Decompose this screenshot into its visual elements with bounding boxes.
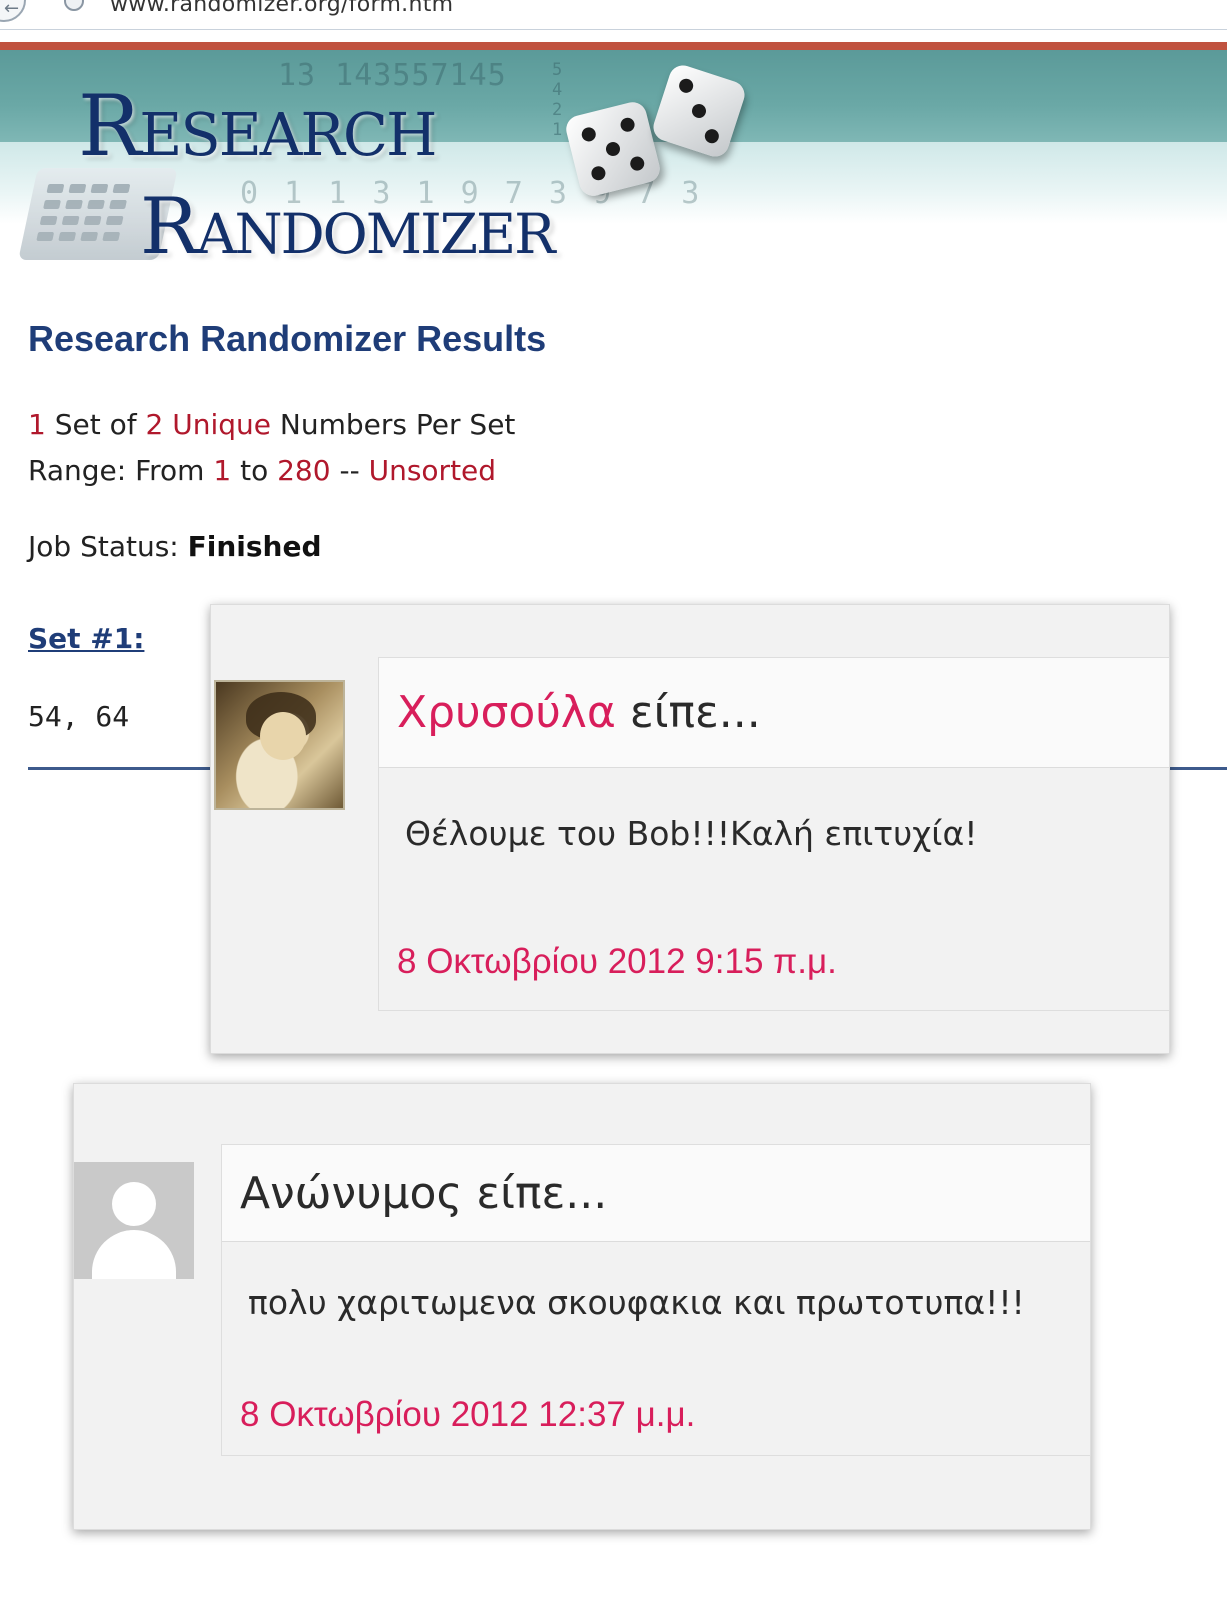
range-separator: --: [339, 454, 360, 487]
job-status-label: Job Status:: [28, 530, 179, 563]
comment-said: είπε...: [629, 687, 761, 738]
job-status-value: Finished: [187, 530, 322, 563]
set-of-label: Set of: [54, 408, 137, 441]
logo-word-research[interactable]: Research: [78, 78, 437, 174]
range-prefix: Range: From: [28, 454, 205, 487]
comment-header: Χρυσούλα είπε...: [379, 658, 1169, 768]
logo-word-randomizer[interactable]: Randomizer: [140, 182, 556, 272]
comment-text: Θέλουμε του Bob!!!Καλή επιτυχία!: [405, 814, 978, 853]
user-photo-avatar[interactable]: [214, 680, 345, 810]
comment-card: Ανώνυμος είπε... πολυ χαριτωμενα σκουφακ…: [73, 1083, 1091, 1530]
sets-summary: 1 Set of 2 Unique Numbers Per Set: [28, 408, 515, 441]
job-status: Job Status: Finished: [28, 530, 322, 563]
header-stripe-red: [0, 42, 1227, 50]
comment-author: Ανώνυμος: [240, 1168, 463, 1219]
comment-said: είπε...: [476, 1168, 608, 1219]
set-1-link[interactable]: Set #1:: [28, 622, 144, 655]
back-arrow-icon: ←: [4, 0, 20, 19]
globe-icon: [64, 0, 84, 11]
comment-card: Χρυσούλα είπε... Θέλουμε του Bob!!!Καλή …: [210, 604, 1170, 1054]
numbers-count: 2: [145, 408, 164, 441]
range-to: 280: [277, 454, 331, 487]
browser-url-bar: ← www.randomizer.org/form.htm: [0, 0, 1227, 30]
comment-text: πολυ χαριτωμενα σκουφακια και πρωτοτυπα!…: [248, 1283, 1025, 1322]
range-from: 1: [213, 454, 232, 487]
default-user-icon: [74, 1162, 194, 1279]
range-to-word: to: [240, 454, 269, 487]
back-button[interactable]: ←: [0, 0, 26, 22]
sets-count: 1: [28, 408, 46, 441]
numbers-per-set-label: Numbers Per Set: [279, 408, 516, 441]
comment-date-link[interactable]: 8 Οκτωβρίου 2012 9:15 π.μ.: [397, 942, 837, 982]
set-1-values: 54, 64: [28, 700, 130, 733]
unique-label: Unique: [172, 408, 272, 441]
comment-date-link[interactable]: 8 Οκτωβρίου 2012 12:37 μ.μ.: [240, 1395, 695, 1435]
page-title: Research Randomizer Results: [28, 318, 547, 359]
comment-box: Ανώνυμος είπε... πολυ χαριτωμενα σκουφακ…: [221, 1144, 1091, 1456]
comment-header: Ανώνυμος είπε...: [222, 1145, 1090, 1242]
comment-box: Χρυσούλα είπε... Θέλουμε του Bob!!!Καλή …: [378, 657, 1170, 1011]
address-field[interactable]: www.randomizer.org/form.htm: [110, 0, 453, 17]
comment-author-link[interactable]: Χρυσούλα: [397, 687, 616, 738]
range-summary: Range: From 1 to 280 -- Unsorted: [28, 454, 496, 487]
sorting-label: Unsorted: [368, 454, 497, 487]
